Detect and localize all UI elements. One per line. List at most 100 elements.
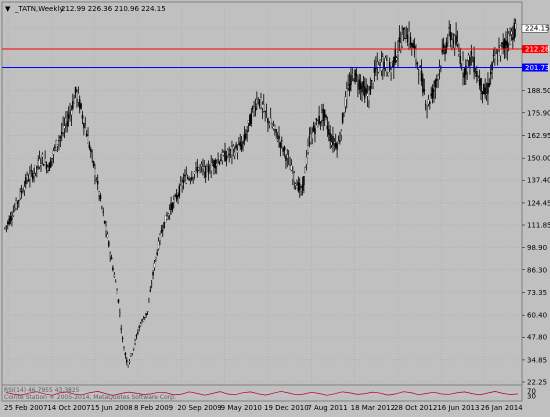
symbol-dropdown-icon[interactable]: ▼ — [5, 5, 11, 13]
candle-body — [229, 149, 232, 151]
x-tick-label: 9 May 2010 — [221, 404, 262, 412]
candle-body — [506, 40, 509, 48]
y-tick-label: 111.85 — [527, 222, 550, 230]
candle-body — [238, 143, 240, 145]
candle-body — [236, 150, 239, 153]
x-tick-label: 18 Mar 2012 — [351, 404, 395, 412]
candle-body — [431, 88, 434, 99]
x-tick-label: 8 Feb 2009 — [134, 404, 173, 412]
candle-body — [121, 338, 124, 340]
candle-body — [80, 103, 82, 109]
candle-body — [232, 145, 235, 150]
candle-body — [8, 218, 10, 225]
candle-body — [272, 126, 275, 129]
chart-window[interactable]: 212.28 201.73 22.25 34.85 47.80 60.40 73.35 86… — [0, 0, 550, 413]
candle-body — [499, 45, 502, 56]
candle-body — [401, 34, 403, 47]
candle-body — [420, 70, 423, 82]
candle-body — [177, 195, 179, 197]
candle-body — [344, 96, 347, 107]
candle-body — [123, 348, 125, 351]
candle-body — [87, 135, 89, 144]
main-plot-area[interactable] — [1, 1, 523, 386]
candle-body — [204, 166, 207, 178]
candle-body — [459, 56, 462, 64]
candle-body — [405, 38, 408, 43]
candle-body — [395, 57, 398, 61]
candle-body — [456, 42, 459, 44]
candle-body — [91, 152, 93, 154]
candle-body — [453, 35, 456, 49]
x-axis: 25 Feb 2007 14 Oct 2007 15 Jun 2008 8 Feb 2… — [4, 404, 523, 412]
candle-body — [240, 144, 243, 150]
candle-body — [106, 234, 109, 238]
candle-body — [225, 156, 228, 161]
candle-body — [166, 216, 168, 220]
candle-body — [30, 170, 33, 172]
candle-body — [92, 161, 95, 167]
candle-body — [34, 165, 37, 174]
candle-body — [157, 241, 160, 250]
candle-body — [323, 109, 326, 117]
candle-body — [102, 211, 104, 213]
candle-body — [59, 136, 62, 139]
candle-body — [365, 88, 367, 93]
candle-body — [340, 130, 343, 136]
candle-body — [127, 364, 129, 367]
candle-body — [199, 165, 201, 167]
candle-body — [326, 125, 329, 130]
candle-body — [188, 178, 190, 180]
candle-body — [257, 101, 259, 103]
candle-body — [510, 31, 513, 35]
candle-body — [142, 319, 145, 322]
candle-body — [322, 108, 325, 121]
candle-body — [150, 284, 153, 286]
candle-body — [148, 300, 150, 303]
candle-body — [416, 62, 419, 65]
candle-body — [218, 161, 221, 164]
candle-body — [72, 101, 74, 109]
candle-body — [297, 181, 300, 192]
candle-body — [348, 84, 351, 91]
candle-body — [159, 234, 161, 241]
candle-body — [398, 37, 401, 42]
candle-body — [478, 79, 481, 86]
x-tick-label: 15 Jun 2008 — [91, 404, 133, 412]
candle-body — [276, 139, 279, 141]
candle-body — [189, 179, 192, 181]
candle-body — [329, 132, 331, 142]
candle-body — [215, 163, 218, 166]
candle-body — [40, 163, 42, 166]
candle-body — [117, 299, 120, 303]
candle-body — [278, 135, 280, 140]
y-tick-label: 73.35 — [527, 289, 547, 297]
candle-body — [268, 123, 271, 126]
candle-body — [200, 164, 203, 167]
candle-body — [463, 69, 466, 78]
candle-body — [366, 93, 369, 97]
ohlc-readout: 212.99 226.36 210.96 224.15 — [61, 5, 166, 13]
candle-body — [85, 133, 88, 137]
candle-body — [70, 110, 73, 116]
candle-body — [343, 115, 345, 117]
candle-body — [69, 112, 71, 114]
candle-body — [112, 267, 114, 271]
candle-body — [94, 168, 96, 176]
y-tick-label: 34.85 — [527, 356, 547, 364]
candle-body — [149, 290, 152, 292]
candle-body — [402, 27, 405, 30]
candle-body — [214, 160, 217, 169]
candle-body — [357, 84, 359, 86]
candle-body — [336, 143, 338, 150]
candle-body — [31, 173, 34, 180]
candle-body — [449, 32, 452, 41]
candle-body — [246, 130, 248, 133]
chart-svg[interactable]: 212.28 201.73 22.25 34.85 47.80 60.40 73.35 86… — [0, 0, 550, 413]
candle-body — [480, 78, 482, 92]
candle-body — [231, 146, 233, 155]
candle-body — [283, 146, 286, 151]
x-tick-label: 14 Oct 2007 — [47, 404, 90, 412]
candle-body — [178, 185, 181, 197]
y-tick-label: 86.30 — [527, 266, 547, 274]
x-tick-label: 28 Oct 2012 — [394, 404, 437, 412]
